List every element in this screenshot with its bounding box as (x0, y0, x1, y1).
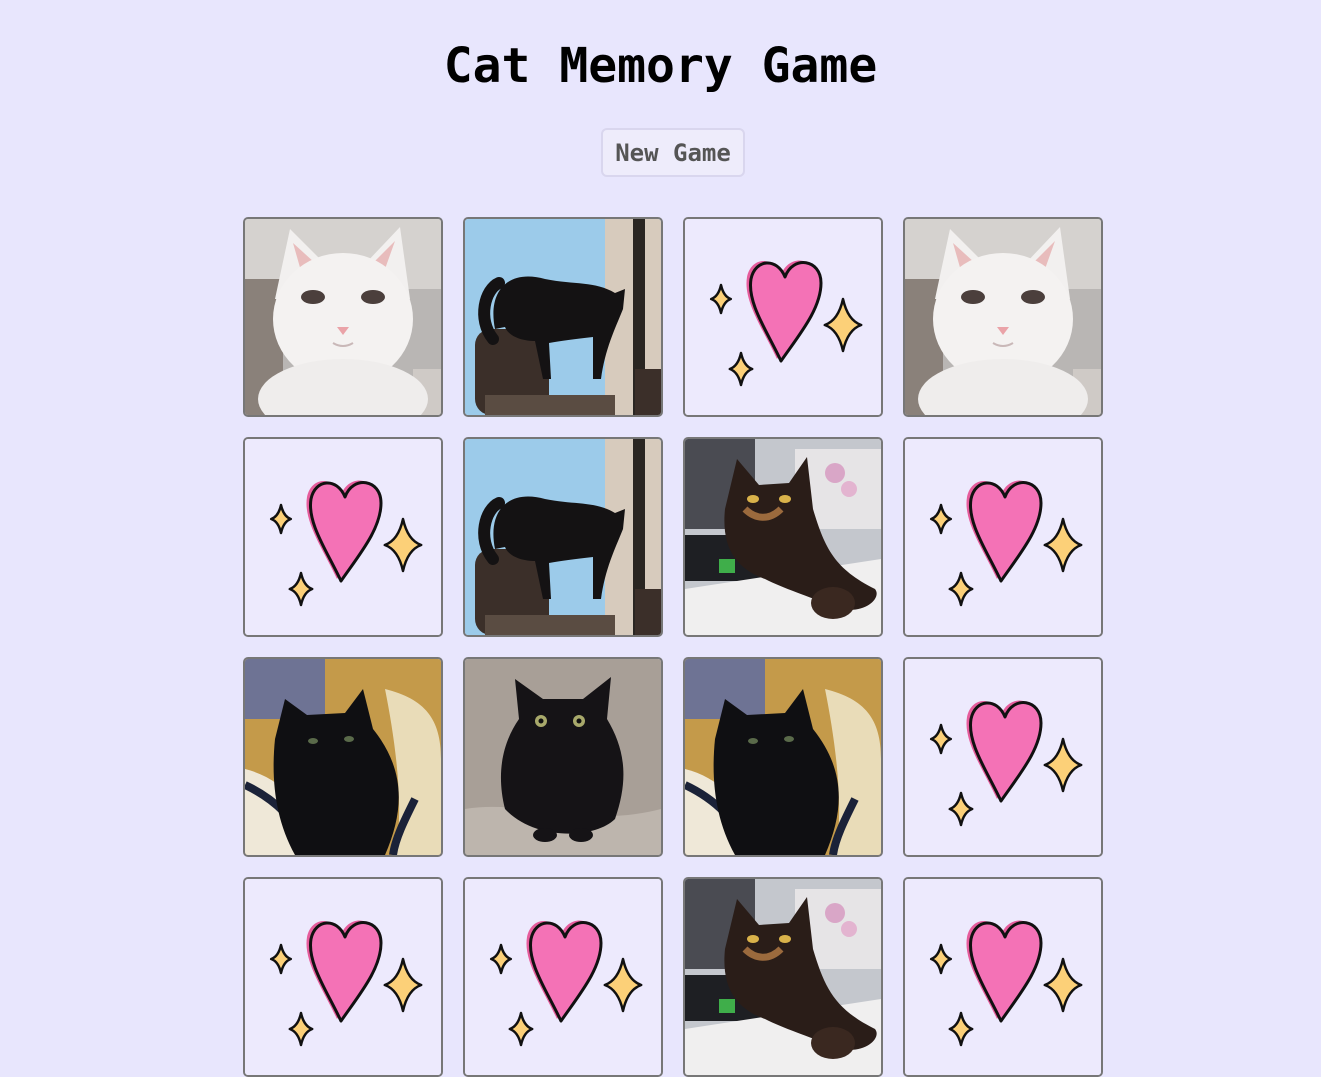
page-title: Cat Memory Game (443, 38, 878, 94)
card-face-down[interactable] (903, 657, 1103, 857)
heart-sparkles-icon (905, 659, 1101, 855)
card-face-up[interactable] (463, 217, 663, 417)
new-game-button[interactable]: New Game (601, 128, 745, 177)
card-face-down[interactable] (683, 217, 883, 417)
heart-sparkles-icon (905, 879, 1101, 1075)
heart-sparkles-icon (245, 879, 441, 1075)
card-face-up[interactable] (683, 437, 883, 637)
heart-sparkles-icon (245, 439, 441, 635)
heart-sparkles-icon (685, 219, 881, 415)
tortoiseshell-cat-photo (685, 879, 881, 1075)
card-face-up[interactable] (463, 657, 663, 857)
black-cat-bed-photo (245, 659, 441, 855)
black-cat-arched-photo (465, 439, 661, 635)
card-face-up[interactable] (683, 657, 883, 857)
card-face-up[interactable] (903, 217, 1103, 417)
card-face-down[interactable] (903, 437, 1103, 637)
heart-sparkles-icon (465, 879, 661, 1075)
card-face-up[interactable] (683, 877, 883, 1077)
card-face-up[interactable] (463, 437, 663, 637)
card-grid (243, 217, 1103, 1077)
card-face-up[interactable] (243, 657, 443, 857)
card-face-down[interactable] (243, 437, 443, 637)
card-face-up[interactable] (243, 217, 443, 417)
heart-sparkles-icon (905, 439, 1101, 635)
card-face-down[interactable] (903, 877, 1103, 1077)
white-cat-photo (245, 219, 441, 415)
card-face-down[interactable] (243, 877, 443, 1077)
white-cat-photo (905, 219, 1101, 415)
card-face-down[interactable] (463, 877, 663, 1077)
black-cat-sitting-photo (465, 659, 661, 855)
black-cat-bed-photo (685, 659, 881, 855)
black-cat-arched-photo (465, 219, 661, 415)
tortoiseshell-cat-photo (685, 439, 881, 635)
